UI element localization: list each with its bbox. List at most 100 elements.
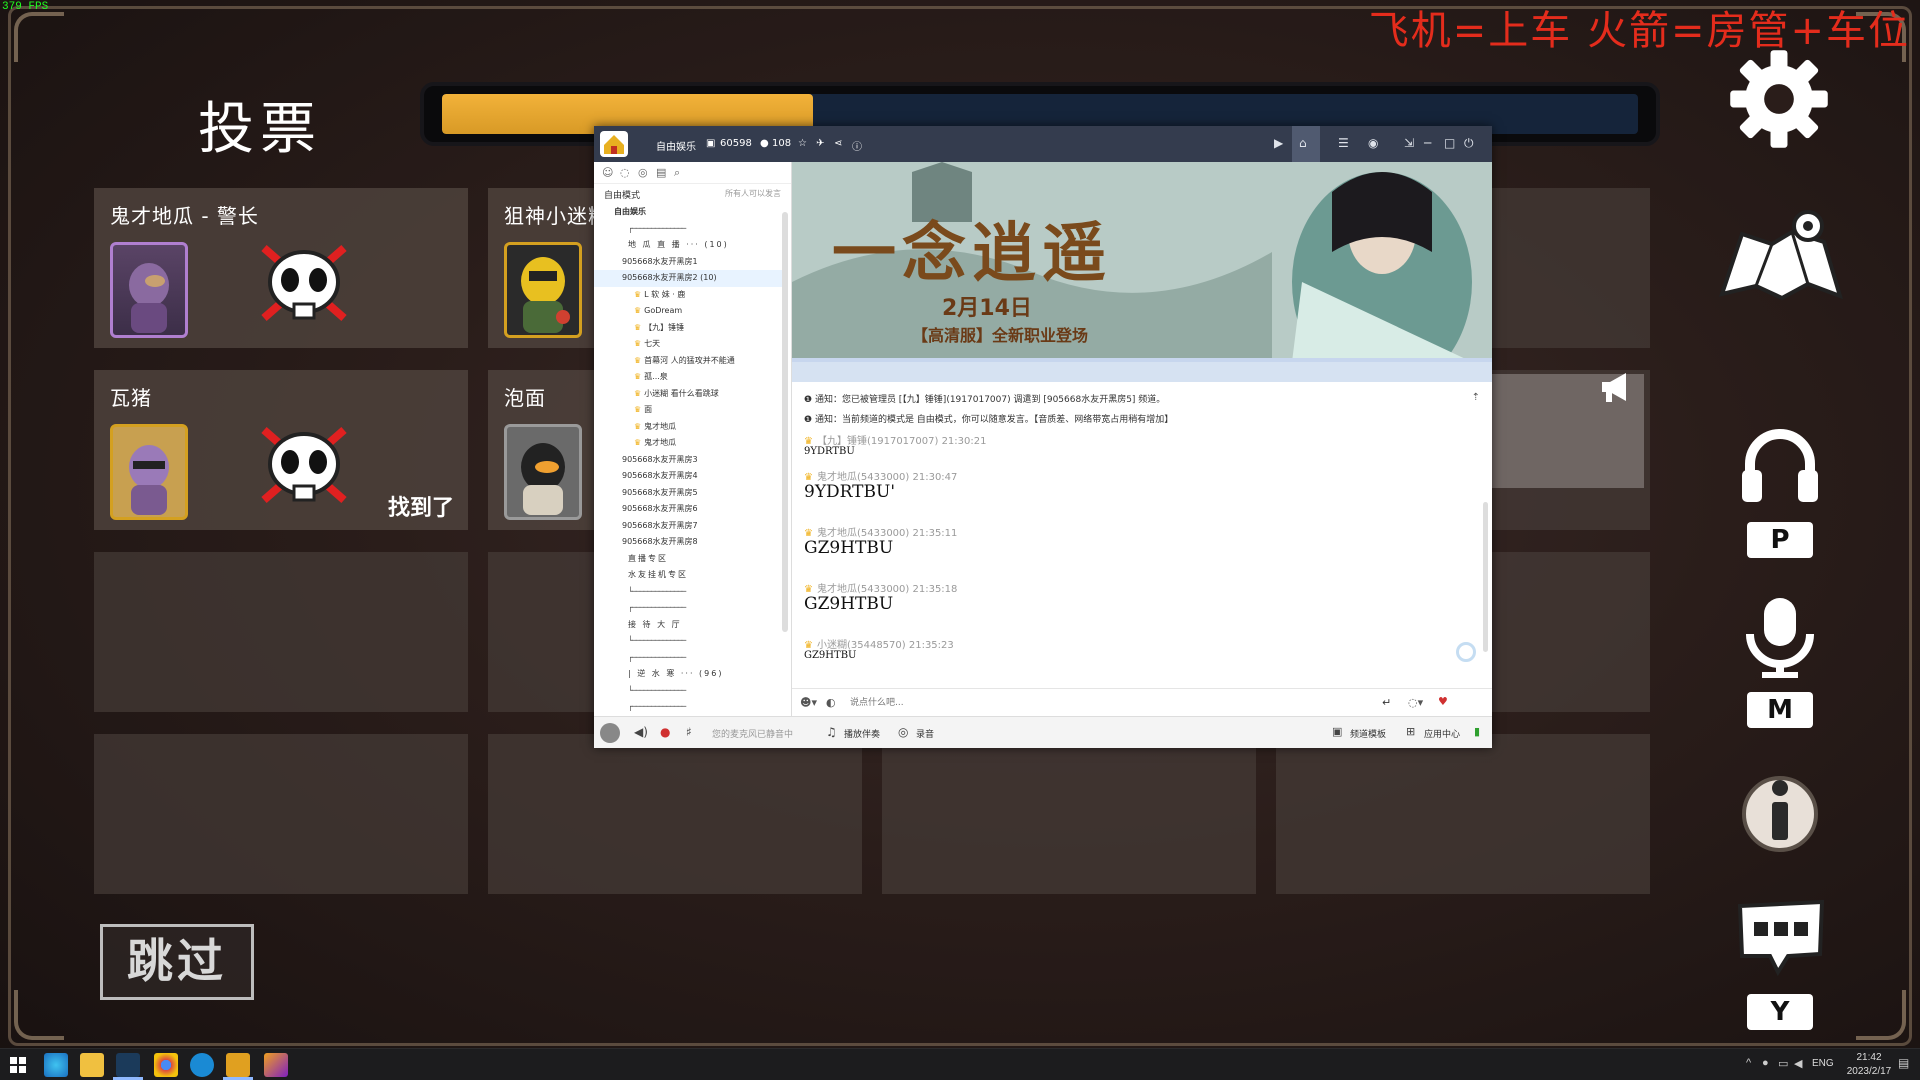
minimize-icon[interactable]: ─ [1424,136,1431,150]
tree-group[interactable]: 直播专区 [594,551,784,568]
user-icon[interactable]: ☺ [602,166,613,179]
tree-room[interactable]: 905668水友开黑房4 [594,468,784,485]
tree-group[interactable]: 水友挂机专区 [594,567,784,584]
chat-message-area[interactable]: ❶ 通知：您已被管理员 [【九】锤锤](1917017007) 调遣到 [905… [792,382,1492,682]
speaker-icon[interactable]: ◀) [634,725,648,739]
tree-user[interactable]: ♛ 小迷糊 看什么看跳球 [594,386,784,403]
chat-scrollbar[interactable] [1483,502,1488,652]
record-icon[interactable]: ◎ [898,725,908,739]
microphone-icon[interactable] [1740,594,1820,680]
record-button[interactable]: 录音 [916,727,934,740]
tray-network-icon[interactable]: ▭ [1778,1057,1788,1070]
tree-scrollbar[interactable] [782,212,788,632]
info-icon[interactable] [1740,770,1820,854]
player-card[interactable]: 鬼才地瓜 - 警长 [94,188,468,348]
app-grid-icon[interactable]: ⊞ [1406,725,1415,738]
location-icon[interactable]: ◎ [638,166,648,179]
tree-user[interactable]: ♛ 七天 [594,336,784,353]
pin-icon[interactable]: ⇲ [1404,136,1414,150]
player-card[interactable]: 瓦猪 找到了 [94,370,468,530]
emoji-icon[interactable]: ☻▾ [800,696,817,709]
favorite-star-icon[interactable]: ☆ [798,138,807,149]
tree-room[interactable]: 905668水友开黑房6 [594,501,784,518]
tree-room[interactable]: 905668水友开黑房1 [594,254,784,271]
chat-input[interactable] [850,694,1250,712]
player-card[interactable]: 狙神小迷糊 [488,188,604,348]
message-header: ♛ 鬼才地瓜(5433000) 21:35:11 [804,524,957,539]
message-body: GZ9HTBU [804,650,857,661]
clock-date[interactable]: 2023/2/17 [1840,1066,1898,1077]
tray-volume-icon[interactable]: ◀ [1794,1057,1802,1070]
tree-group[interactable]: 接 待 大 厅 [594,617,784,634]
tree-user[interactable]: ♛ 鬼才地瓜 [594,419,784,436]
mic-muted-icon[interactable]: ● [660,725,670,739]
template-icon[interactable]: ▣ [1332,725,1342,738]
tray-mic-icon[interactable]: ● [1762,1057,1769,1069]
clock-time[interactable]: 21:42 [1840,1052,1898,1063]
search-icon[interactable]: ⌕ [674,166,680,180]
document-icon[interactable]: ▤ [656,166,666,179]
steam-icon[interactable] [116,1053,140,1077]
voice-chat-window[interactable]: 自由娱乐 ▣ 60598 ● 108 ☆ ✈ ⋖ ⓘ ▶ ⌂ ☰ ◉ ⇲ ─ □… [594,126,1492,748]
plane-icon[interactable]: ✈ [816,138,824,149]
frame-corner [14,990,64,1040]
tree-root[interactable]: 自由娱乐 [594,204,784,221]
share-icon[interactable]: ⋖ [834,138,842,149]
map-icon[interactable] [1712,204,1852,314]
tree-user[interactable]: ♛ 孤...泉 [594,369,784,386]
scroll-top-icon[interactable]: ⇡ [1472,392,1480,403]
edge-browser-icon[interactable] [44,1053,68,1077]
app-center-button[interactable]: 应用中心 [1424,727,1460,740]
chat-options-icon[interactable]: ◌▾ [1408,696,1423,709]
banner-date: 2月14日 [942,296,1032,321]
tree-user[interactable]: ♛ 首幕河 人的猛攻并不能通 [594,353,784,370]
player-name: 泡面 [504,386,546,410]
tree-room[interactable]: 905668水友开黑房7 [594,518,784,535]
chat-bubble-icon[interactable] [1734,896,1828,980]
player-portrait [504,424,582,520]
chrome-icon[interactable] [154,1053,178,1077]
tree-room[interactable]: 905668水友开黑房8 [594,534,784,551]
notification-icon[interactable]: ▤ [1898,1056,1909,1070]
tree-group[interactable]: | 逆 水 寒 ··· (96) [594,666,784,683]
promo-banner[interactable]: 一念逍遥 2月14日 【高清服】全新职业登场 [792,162,1492,362]
voice-chat-titlebar[interactable]: 自由娱乐 ▣ 60598 ● 108 ☆ ✈ ⋖ ⓘ ▶ ⌂ ☰ ◉ ⇲ ─ □… [594,126,1492,162]
app-icon[interactable] [190,1053,214,1077]
input-language[interactable]: ENG [1812,1058,1834,1069]
equalizer-icon[interactable]: ♯ [686,725,692,739]
channel-mode-dropdown[interactable]: 自由模式 [604,188,640,201]
tree-user[interactable]: ♛ 面 [594,402,784,419]
music-button[interactable]: 播放伴奏 [844,727,880,740]
tree-room[interactable]: 905668水友开黑房3 [594,452,784,469]
tree-user[interactable]: ♛ L 软 妹 · 鹿 [594,287,784,304]
tree-room[interactable]: 905668水友开黑房2 (10) [594,270,784,287]
skip-vote-button[interactable]: 跳过 [100,924,254,1000]
channel-template-button[interactable]: 频道模板 [1350,727,1386,740]
tray-up-icon[interactable]: ^ [1746,1057,1751,1069]
gear-icon[interactable] [1726,46,1832,152]
music-icon[interactable]: ♫ [826,725,837,739]
windows-start-icon[interactable] [10,1057,26,1073]
avatar[interactable] [600,723,620,743]
gamepad-icon[interactable]: ◉ [1368,136,1378,150]
list-icon[interactable]: ☰ [1338,136,1349,150]
player-card[interactable]: 泡面 [488,370,594,530]
tree-user[interactable]: ♛ GoDream [594,303,784,320]
tree-group[interactable]: 地 瓜 直 播 ··· (10) [594,237,784,254]
video-icon[interactable]: ▶ [1274,136,1283,150]
home-tab-button[interactable]: ⌂ [1292,126,1320,162]
gift-icon[interactable]: ♥ [1438,695,1448,708]
goose-game-icon[interactable] [226,1053,250,1077]
send-icon[interactable]: ↵ [1382,696,1391,709]
power-icon[interactable]: ⏻ [1464,136,1474,151]
info-circle-icon[interactable]: ⓘ [852,138,862,153]
image-icon[interactable]: ◐ [826,696,836,709]
tree-room[interactable]: 905668水友开黑房5 [594,485,784,502]
maximize-icon[interactable]: □ [1444,136,1455,150]
tree-user[interactable]: ♛ 【九】锤锤 [594,320,784,337]
chat-icon[interactable]: ◌ [620,166,630,179]
tree-user[interactable]: ♛ 鬼才地瓜 [594,435,784,452]
headset-icon[interactable] [1738,428,1822,504]
media-app-icon[interactable] [264,1053,288,1077]
file-explorer-icon[interactable] [80,1053,104,1077]
